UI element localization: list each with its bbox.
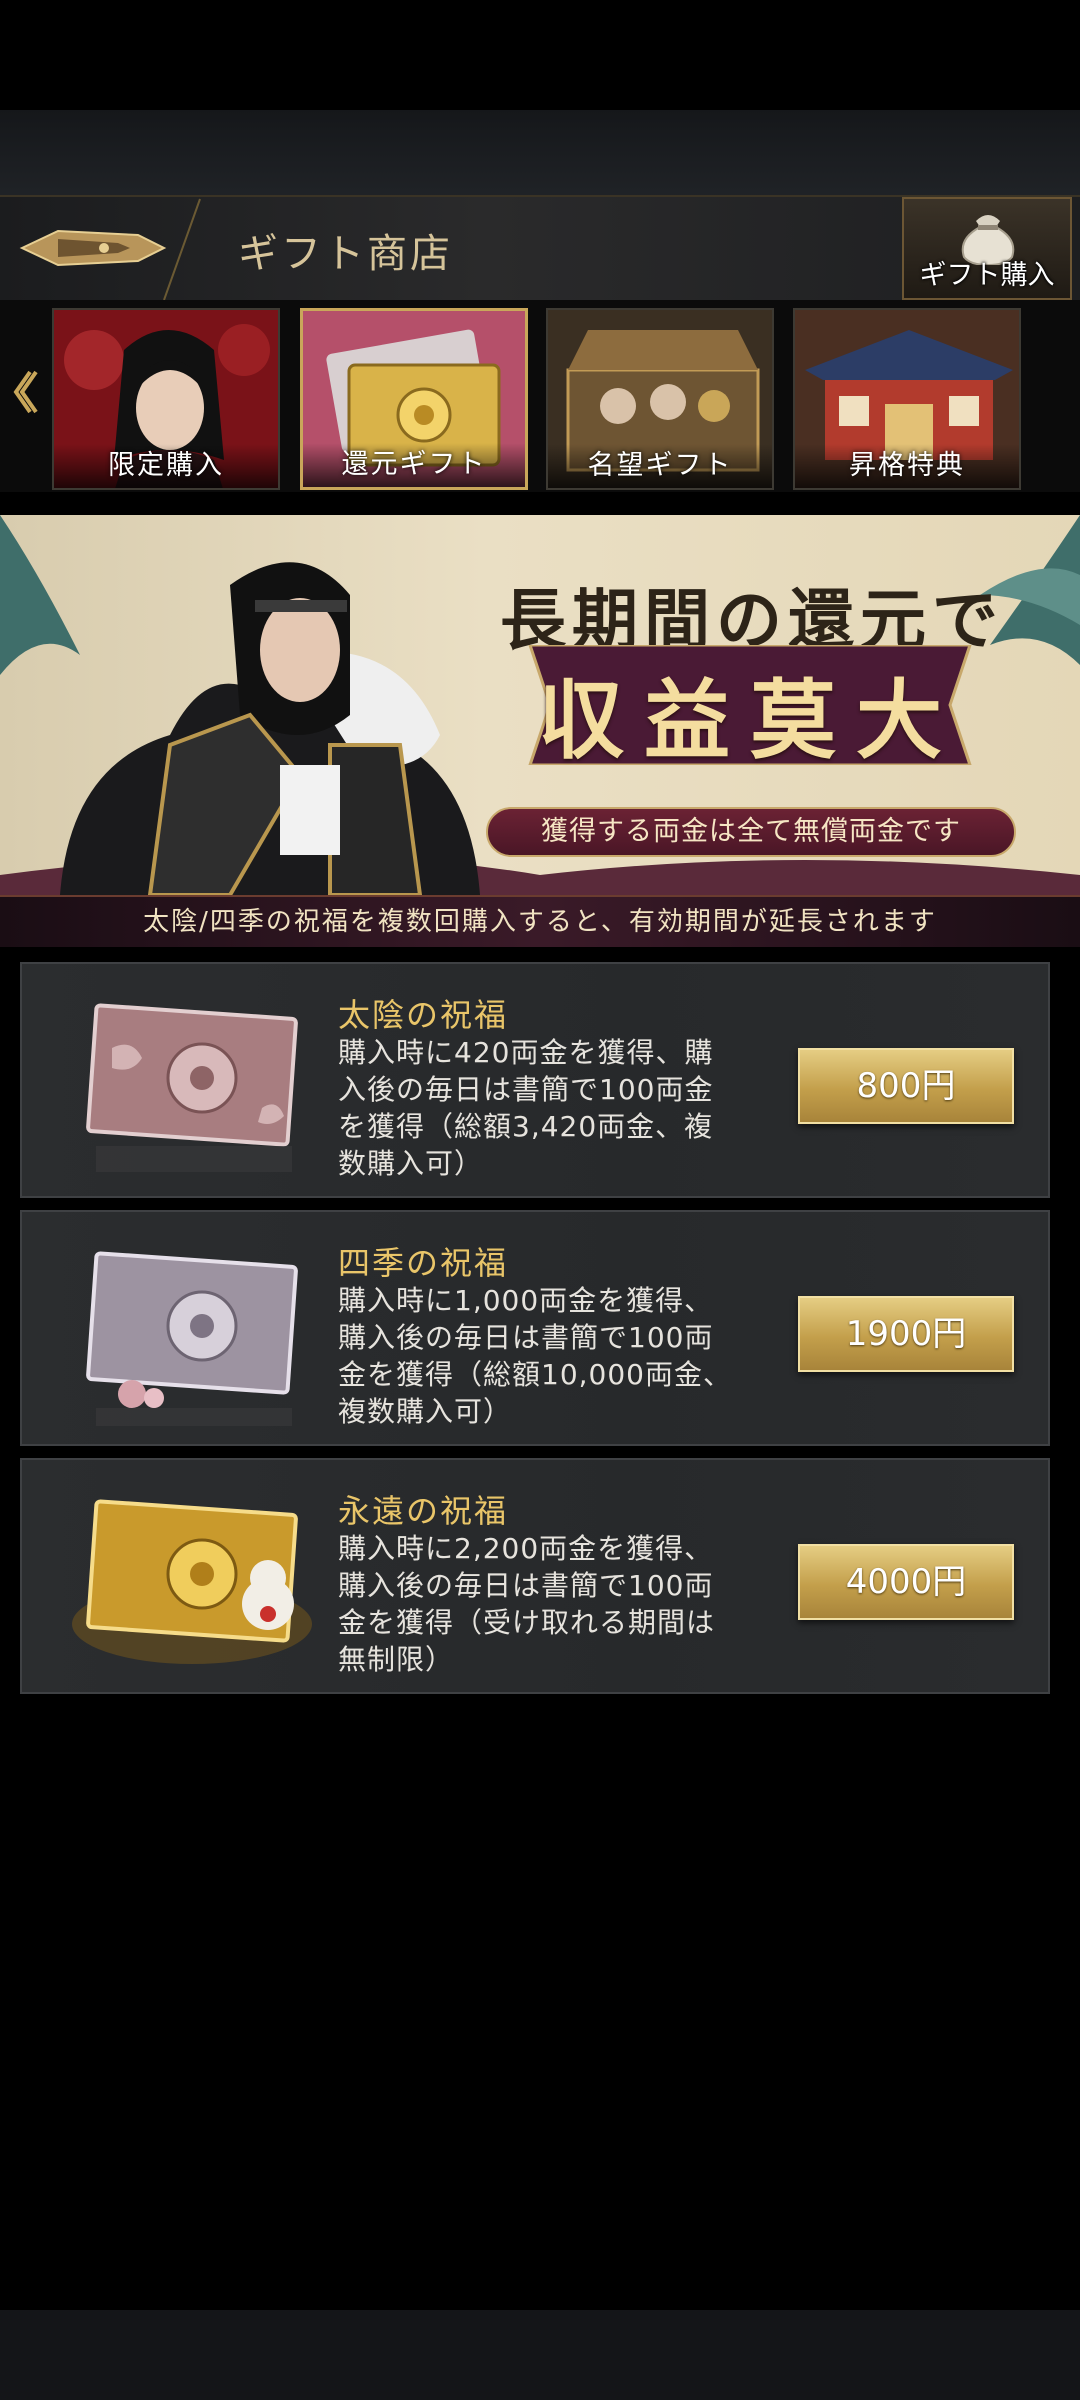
product-name: 太陰の祝福 bbox=[338, 996, 509, 1034]
scroll-left-icon[interactable] bbox=[8, 362, 38, 422]
tab-limited-purchase[interactable]: 限定購入 bbox=[52, 308, 280, 490]
tab-label: 名望ギフト bbox=[548, 444, 772, 488]
page-title: ギフト商店 bbox=[238, 231, 453, 277]
product-description: 購入時に2,200両金を獲得、 購入後の毎日は書簡で100両 金を獲得（受け取れ… bbox=[338, 1532, 716, 1676]
top-band bbox=[0, 110, 1080, 200]
promo-banner: 長期間の還元で 収益莫大 獲得する両金は全て無償両金です bbox=[0, 515, 1080, 895]
banner-big-text: 収益莫大 bbox=[538, 670, 962, 771]
shop-header: ギフト商店 ギフト購入 bbox=[0, 195, 1080, 304]
buy-button-eien[interactable]: 4000円 bbox=[798, 1544, 1014, 1620]
product-name: 四季の祝福 bbox=[338, 1244, 509, 1282]
product-description: 購入時に420両金を獲得、購 入後の毎日は書簡で100両金 を獲得（総額3,42… bbox=[338, 1036, 714, 1180]
product-description: 購入時に1,000両金を獲得、 購入後の毎日は書簡で100両 金を獲得（総額10… bbox=[338, 1284, 732, 1428]
banner-note: 獲得する両金は全て無償両金です bbox=[486, 807, 1016, 857]
product-card-taiin: 太陰の祝福 購入時に420両金を獲得、購 入後の毎日は書簡で100両金 を獲得（… bbox=[20, 962, 1050, 1198]
tab-label: 昇格特典 bbox=[795, 444, 1019, 488]
tab-fame-gift[interactable]: 名望ギフト bbox=[546, 308, 774, 490]
eien-card-image bbox=[72, 1499, 312, 1664]
product-name: 永遠の祝福 bbox=[338, 1492, 509, 1530]
category-tab-strip: 限定購入 還元ギフト 名望ギフト 昇格特典 bbox=[0, 300, 1080, 492]
tab-return-gift[interactable]: 還元ギフト bbox=[300, 308, 528, 490]
back-button[interactable] bbox=[18, 217, 168, 279]
header-divider bbox=[163, 198, 201, 301]
extension-notice: 太陰/四季の祝福を複数回購入すると、有効期間が延長されます bbox=[0, 895, 1080, 947]
gift-purchase-label: ギフト購入 bbox=[919, 260, 1055, 291]
gift-purchase-button[interactable]: ギフト購入 bbox=[902, 197, 1072, 300]
buy-button-shiki[interactable]: 1900円 bbox=[798, 1296, 1014, 1372]
tab-label: 還元ギフト bbox=[303, 443, 525, 487]
buy-button-taiin[interactable]: 800円 bbox=[798, 1048, 1014, 1124]
tab-promotion-bonus[interactable]: 昇格特典 bbox=[793, 308, 1021, 490]
bottom-band bbox=[0, 2310, 1080, 2400]
taiin-card-image bbox=[86, 1003, 298, 1172]
shiki-card-image bbox=[86, 1251, 298, 1426]
product-card-shiki: 四季の祝福 購入時に1,000両金を獲得、 購入後の毎日は書簡で100両 金を獲… bbox=[20, 1210, 1050, 1446]
product-card-eien: 永遠の祝福 購入時に2,200両金を獲得、 購入後の毎日は書簡で100両 金を獲… bbox=[20, 1458, 1050, 1694]
back-arrow-icon bbox=[19, 229, 167, 267]
tab-label: 限定購入 bbox=[54, 444, 278, 488]
